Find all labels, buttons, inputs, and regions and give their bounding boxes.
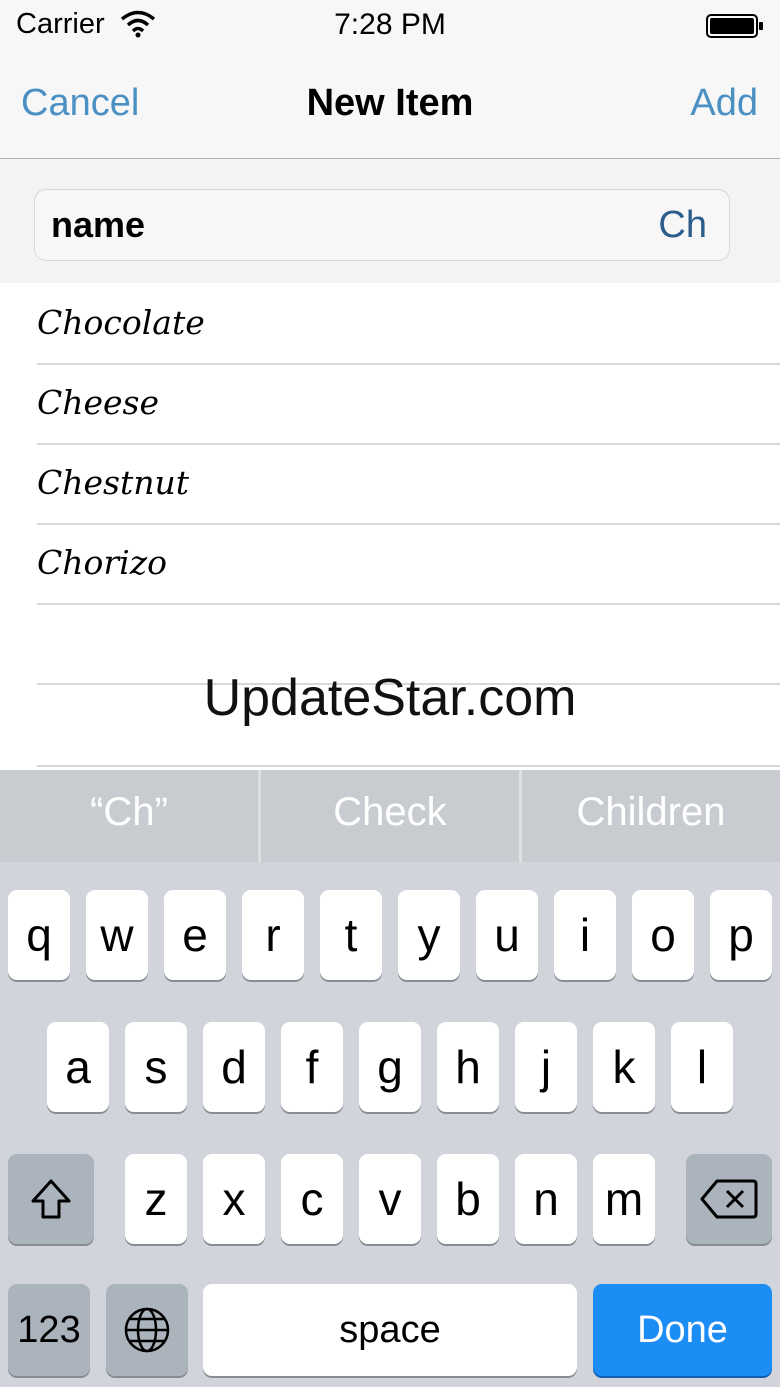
navigation-bar: New Item Cancel Add	[0, 54, 780, 159]
space-key[interactable]: space	[203, 1284, 577, 1376]
key-a[interactable]: a	[47, 1022, 109, 1112]
suggestion-bar: “Ch” Check Children	[0, 770, 780, 862]
battery-icon	[706, 14, 763, 38]
key-u[interactable]: u	[476, 890, 538, 980]
backspace-icon	[700, 1179, 758, 1219]
list-item[interactable]: Chorizo	[37, 525, 780, 605]
list-item-label: Chorizo	[37, 543, 167, 582]
list-item-label: Chocolate	[37, 303, 205, 342]
key-n[interactable]: n	[515, 1154, 577, 1244]
suggestion-ch[interactable]: “Ch”	[0, 770, 258, 862]
globe-key[interactable]	[106, 1284, 188, 1376]
suggestion-children[interactable]: Children	[522, 770, 780, 862]
shift-icon	[31, 1179, 71, 1219]
key-o[interactable]: o	[632, 890, 694, 980]
key-g[interactable]: g	[359, 1022, 421, 1112]
shift-key[interactable]	[8, 1154, 94, 1244]
key-l[interactable]: l	[671, 1022, 733, 1112]
watermark: UpdateStar.com	[203, 669, 577, 727]
key-r[interactable]: r	[242, 890, 304, 980]
add-button[interactable]: Add	[690, 82, 758, 125]
key-h[interactable]: h	[437, 1022, 499, 1112]
key-f[interactable]: f	[281, 1022, 343, 1112]
list-item-label: Cheese	[37, 383, 160, 422]
key-t[interactable]: t	[320, 890, 382, 980]
key-p[interactable]: p	[710, 890, 772, 980]
list-item[interactable]: Cheese	[37, 365, 780, 445]
key-c[interactable]: c	[281, 1154, 343, 1244]
keyboard: qwertyuiop asdfghjkl zxcvbnm 123 space D…	[0, 862, 780, 1387]
globe-icon	[124, 1307, 170, 1353]
key-s[interactable]: s	[125, 1022, 187, 1112]
key-j[interactable]: j	[515, 1022, 577, 1112]
list-item-label: Chestnut	[37, 463, 189, 502]
status-bar: Carrier 7:28 PM	[0, 0, 780, 54]
list-item[interactable]: Chestnut	[37, 445, 780, 525]
suggestion-check[interactable]: Check	[261, 770, 519, 862]
key-w[interactable]: w	[86, 890, 148, 980]
key-z[interactable]: z	[125, 1154, 187, 1244]
cancel-button[interactable]: Cancel	[21, 82, 139, 125]
name-field[interactable]: name Ch	[34, 189, 730, 261]
clock: 7:28 PM	[334, 8, 446, 41]
key-q[interactable]: q	[8, 890, 70, 980]
key-i[interactable]: i	[554, 890, 616, 980]
key-d[interactable]: d	[203, 1022, 265, 1112]
name-field-container: name Ch	[0, 159, 780, 283]
key-y[interactable]: y	[398, 890, 460, 980]
done-key[interactable]: Done	[593, 1284, 772, 1376]
key-m[interactable]: m	[593, 1154, 655, 1244]
key-v[interactable]: v	[359, 1154, 421, 1244]
key-x[interactable]: x	[203, 1154, 265, 1244]
name-field-label: name	[51, 204, 146, 245]
key-b[interactable]: b	[437, 1154, 499, 1244]
delete-key[interactable]	[686, 1154, 772, 1244]
numbers-key[interactable]: 123	[8, 1284, 90, 1376]
key-k[interactable]: k	[593, 1022, 655, 1112]
key-e[interactable]: e	[164, 890, 226, 980]
name-field-value[interactable]: Ch	[658, 204, 707, 247]
list-item[interactable]: Chocolate	[37, 285, 780, 365]
